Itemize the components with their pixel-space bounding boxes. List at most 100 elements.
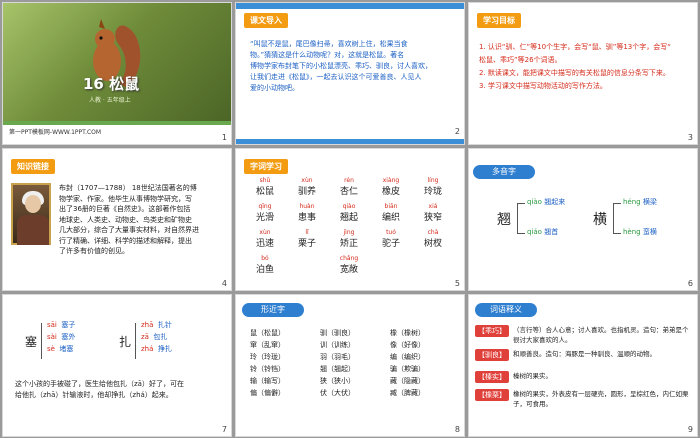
vocab-item: xùn 驯养 [292, 177, 322, 197]
vocab-item: bó 泊鱼 [250, 255, 280, 275]
section-tag: 多音字 [473, 165, 535, 179]
hanzi: 患事 [297, 213, 316, 223]
vocab-item: qīng 光滑 [250, 203, 280, 223]
hanzi: 迅速 [255, 239, 274, 249]
pinyin: qīng [258, 203, 272, 210]
similar-item: 翘（翘起） [320, 365, 355, 373]
vocab-item: tuó 驼子 [376, 229, 406, 249]
similar-item: 铃（铃铛） [250, 365, 285, 373]
section-tag: 知识链接 [11, 159, 55, 174]
cover-footer: 第一PPT模板网-WWW.1PPT.COM [9, 129, 102, 136]
slide-thumbnail-9[interactable]: 词语释义 【乖巧】 （言行等）合人心意；讨人喜欢。也指机灵。造句：弟弟是个很讨大… [468, 294, 698, 437]
term-label: 【橡栗】 [475, 389, 509, 401]
pinyin: xùn [259, 229, 271, 236]
similar-item: 驯（驯良） [320, 329, 355, 337]
cover-strip [3, 121, 231, 125]
sentence-line: 给他扎（zhā）针输液时，他却挣扎（zhá）起来。 [15, 391, 173, 399]
poly-char-zha: 扎 [119, 335, 132, 349]
brace-line [517, 203, 518, 233]
similar-item: 窜（乱窜） [250, 341, 285, 349]
author-bio: 布封（1707—1788） 18世纪法国著名的博 物学家、作家。他毕生从事博物学… [59, 183, 229, 257]
section-tag: 词语释义 [475, 303, 537, 317]
poly-char-2: 横 [593, 212, 607, 228]
section-tag: 课文导入 [244, 13, 288, 28]
section-tag: 字词学习 [244, 159, 288, 174]
similar-item: 橡（橡树） [390, 329, 425, 337]
slide-thumbnail-5[interactable]: 字词学习 shǔ 松鼠 xùn 驯养 rén 杏仁 xiàng 橡皮 líng 玲珑 qīng 光滑 h… [235, 148, 465, 291]
slide-thumbnail-3[interactable]: 学习目标 1. 认识“驯、仁”等10个生字，会写“鼠、驯”等13个字，会写“ 松… [468, 2, 698, 145]
similar-col-2: 驯（驯良） 训（训练） 羽（羽毛） 翘（翘起） 狭（狭小） 伏（大伏） [320, 327, 355, 399]
hanzi: 树杈 [423, 239, 442, 249]
term-label: 【驯良】 [475, 349, 509, 361]
slide-number: 9 [687, 425, 693, 434]
cover-title: 16 松鼠 [83, 75, 140, 93]
bio-line: 出了36册的巨著《自然史》。这部著作包括 [59, 205, 191, 213]
pinyin: líng [427, 177, 439, 184]
bio-line: 布封（1707—1788） 18世纪法国著名的博 [59, 184, 197, 192]
brace-line [613, 203, 614, 233]
hanzi: 玲珑 [423, 187, 442, 197]
poly-list-1: sāi 塞子 sài 塞外 sè 堵塞 [47, 319, 75, 355]
cover-subtitle: 人教 · 五年级上 [89, 97, 131, 104]
poly-item: zā 包扎 [141, 333, 168, 341]
pinyin: tuó [386, 229, 396, 236]
slide-number: 5 [454, 279, 460, 288]
bio-line: 地球史、人类史、动物史、鸟类史和矿物史 [59, 215, 192, 224]
similar-item: 狭（狭小） [320, 377, 355, 385]
pinyin: jìng [343, 229, 355, 236]
brace-line [613, 203, 621, 204]
vocab-item: jìng 矫正 [334, 229, 364, 249]
hanzi: 狭窄 [423, 213, 442, 223]
slide-thumbnail-4[interactable]: 知识链接 布封（1707—1788） 18世纪法国著名的博 物学家、作家。他毕生… [2, 148, 232, 291]
slide-thumbnail-1[interactable]: 16 松鼠 人教 · 五年级上 第一PPT模板网-WWW.1PPT.COM 1 [2, 2, 232, 145]
similar-item: 偏（偏僻） [250, 389, 285, 397]
slide-number: 7 [221, 425, 227, 434]
goal-item: 3. 学习课文中描写动物活动的写作方法。 [479, 82, 607, 90]
similar-item: 鼠（松鼠） [250, 329, 285, 337]
pinyin: biān [384, 203, 398, 210]
slide-number: 1 [221, 133, 227, 142]
slide-thumbnail-2[interactable]: 课文导入 “叫鼠不是鼠，尾巴像扫帚，喜欢树上住，松果当食 物。”猜猜这是什么动物… [235, 2, 465, 145]
slide-number: 6 [687, 279, 693, 288]
term-definition: 和顺善良。造句：海豚是一种驯良、温顺的动物。 [513, 350, 656, 358]
text-line: 博物学家布封笔下的小松鼠漂亮、乖巧、驯良，讨人喜欢， [250, 62, 432, 70]
similar-col-1: 鼠（松鼠） 窜（乱窜） 玲（玲珑） 铃（铃铛） 输（输写） 偏（偏僻） [250, 327, 285, 399]
pinyin: xiá [428, 203, 438, 210]
pinyin: rén [344, 177, 354, 184]
slide-number: 4 [221, 279, 227, 288]
bio-line: 了许多有价值的创见。 [59, 247, 129, 255]
poly-char-1: 翘 [497, 212, 511, 228]
poly-item: qiáo 翘首 [527, 228, 559, 236]
hanzi: 松鼠 [255, 187, 274, 197]
poly-item: hèng 蛮横 [623, 228, 657, 236]
poly-item: qiào 翘起来 [527, 198, 566, 206]
hanzi: 驼子 [381, 239, 400, 249]
sentence-line: 这个小孩的手被碰了，医生给他包扎（zā）好了，可在 [15, 380, 184, 388]
poly-item: sāi 塞子 [47, 321, 76, 329]
text-line: 爱的小动物吧。 [250, 84, 299, 92]
pinyin: bó [261, 255, 269, 262]
pinyin: xiàng [382, 177, 400, 184]
similar-item: 输（输写） [250, 377, 285, 385]
pinyin: chà [427, 229, 439, 236]
similar-item: 羽（羽毛） [320, 353, 355, 361]
brace-line [613, 233, 621, 234]
poly-char-sai: 塞 [25, 335, 38, 349]
slide-thumbnail-7[interactable]: 塞 sāi 塞子 sài 塞外 sè 堵塞 扎 zhā 扎针 zā 包扎 zhá… [2, 294, 232, 437]
poly-item: zhā 扎针 [141, 321, 172, 329]
text-line: 物。”猜猜这是什么动物呢？对，这就是松鼠。著名 [250, 51, 405, 59]
slide-thumbnail-8[interactable]: 形近字 鼠（松鼠） 窜（乱窜） 玲（玲珑） 铃（铃铛） 输（输写） 偏（偏僻） … [235, 294, 465, 437]
vocab-item: lǐ 栗子 [292, 229, 322, 249]
hanzi: 驯养 [297, 187, 316, 197]
brace-line [41, 323, 42, 359]
slide-thumbnail-6[interactable]: 多音字 翘 qiào 翘起来 qiáo 翘首 横 héng 横梁 hèng 蛮横… [468, 148, 698, 291]
pinyin: xùn [301, 177, 313, 184]
hanzi: 橡皮 [381, 187, 400, 197]
section-tag: 学习目标 [477, 13, 521, 28]
vocab-item: biān 编织 [376, 203, 406, 223]
similar-item: 臧（脾藏） [390, 389, 425, 397]
hanzi: 栗子 [297, 239, 316, 249]
similar-item: 藏（隐藏） [390, 377, 425, 385]
goal-item: 2. 默读课文，能把课文中描写的有关松鼠的信息分条写下来。 [479, 69, 670, 77]
brace-line [135, 323, 136, 359]
